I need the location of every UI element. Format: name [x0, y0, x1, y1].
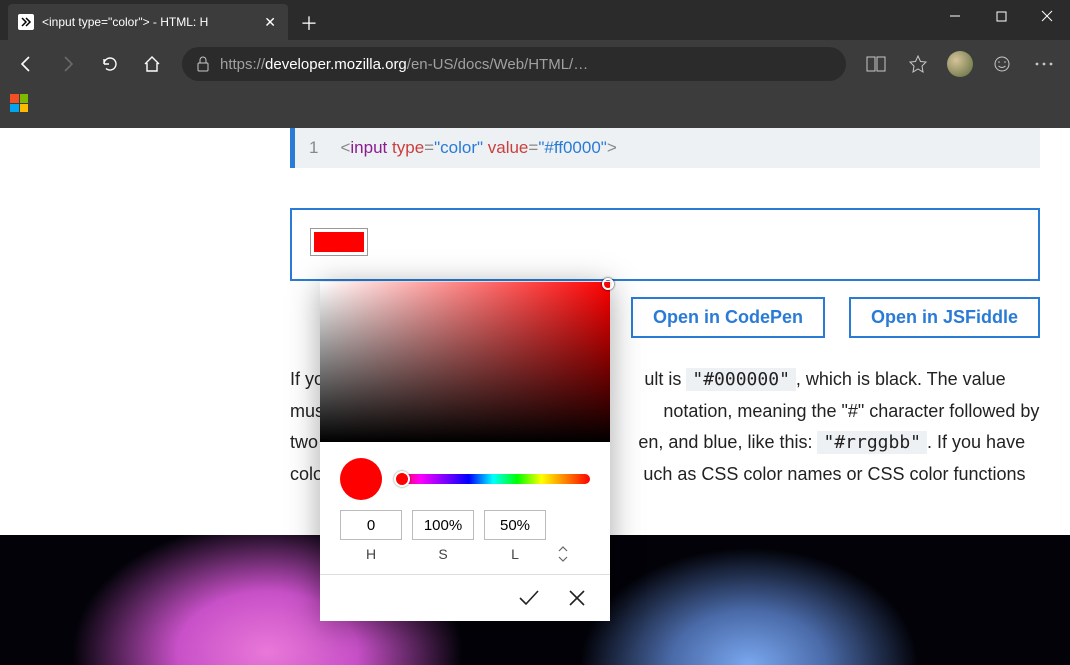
- favicon-icon: [18, 14, 34, 30]
- color-preview: [340, 458, 382, 500]
- color-mode-toggle[interactable]: [556, 546, 570, 562]
- address-bar[interactable]: https://developer.mozilla.org/en-US/docs…: [182, 47, 846, 81]
- open-jsfiddle-button[interactable]: Open in JSFiddle: [849, 297, 1040, 338]
- refresh-button[interactable]: [90, 44, 130, 84]
- code-example: 1 <input type="color" value="#ff0000">: [290, 128, 1040, 168]
- saturation-input[interactable]: [412, 510, 474, 540]
- reading-list-icon[interactable]: [856, 44, 896, 84]
- confirm-icon[interactable]: [518, 589, 540, 607]
- url-text: https://developer.mozilla.org/en-US/docs…: [220, 56, 588, 73]
- forward-button[interactable]: [48, 44, 88, 84]
- profile-button[interactable]: [940, 44, 980, 84]
- saturation-value-area[interactable]: [320, 282, 610, 442]
- hue-input[interactable]: [340, 510, 402, 540]
- code-inline: "#rrggbb": [817, 431, 927, 454]
- tab-title: <input type="color"> - HTML: H: [42, 15, 252, 29]
- maximize-icon[interactable]: [978, 0, 1024, 32]
- avatar: [947, 51, 973, 77]
- lightness-label: L: [484, 546, 546, 562]
- open-codepen-button[interactable]: Open in CodePen: [631, 297, 825, 338]
- favorite-icon[interactable]: [898, 44, 938, 84]
- lock-icon: [196, 56, 210, 72]
- live-demo-box: [290, 208, 1040, 281]
- line-number: 1: [309, 138, 318, 158]
- browser-tab[interactable]: <input type="color"> - HTML: H ✕: [8, 4, 288, 40]
- menu-icon[interactable]: [1024, 44, 1064, 84]
- feedback-icon[interactable]: [982, 44, 1022, 84]
- window-controls: [932, 0, 1070, 32]
- color-picker-popup: H S L: [320, 282, 610, 621]
- home-button[interactable]: [132, 44, 172, 84]
- minimize-icon[interactable]: [932, 0, 978, 32]
- code-inline: "#000000": [686, 368, 796, 391]
- color-swatch: [314, 232, 364, 252]
- browser-toolbar: https://developer.mozilla.org/en-US/docs…: [0, 40, 1070, 88]
- lightness-input[interactable]: [484, 510, 546, 540]
- titlebar: <input type="color"> - HTML: H ✕ ＋: [0, 0, 1070, 40]
- page-content: 1 <input type="color" value="#ff0000"> O…: [0, 128, 1070, 665]
- sv-cursor[interactable]: [602, 278, 614, 290]
- hue-thumb[interactable]: [394, 471, 410, 487]
- close-icon[interactable]: [1024, 0, 1070, 32]
- tab-close-icon[interactable]: ✕: [260, 12, 280, 33]
- hue-label: H: [340, 546, 402, 562]
- code-content: <input type="color" value="#ff0000">: [340, 138, 616, 158]
- new-tab-button[interactable]: ＋: [288, 0, 330, 46]
- cancel-icon[interactable]: [568, 589, 586, 607]
- back-button[interactable]: [6, 44, 46, 84]
- color-input[interactable]: [310, 228, 368, 256]
- favorites-bar: [0, 88, 1070, 128]
- microsoft-logo-icon[interactable]: [10, 94, 28, 112]
- hue-slider[interactable]: [396, 474, 590, 484]
- saturation-label: S: [412, 546, 474, 562]
